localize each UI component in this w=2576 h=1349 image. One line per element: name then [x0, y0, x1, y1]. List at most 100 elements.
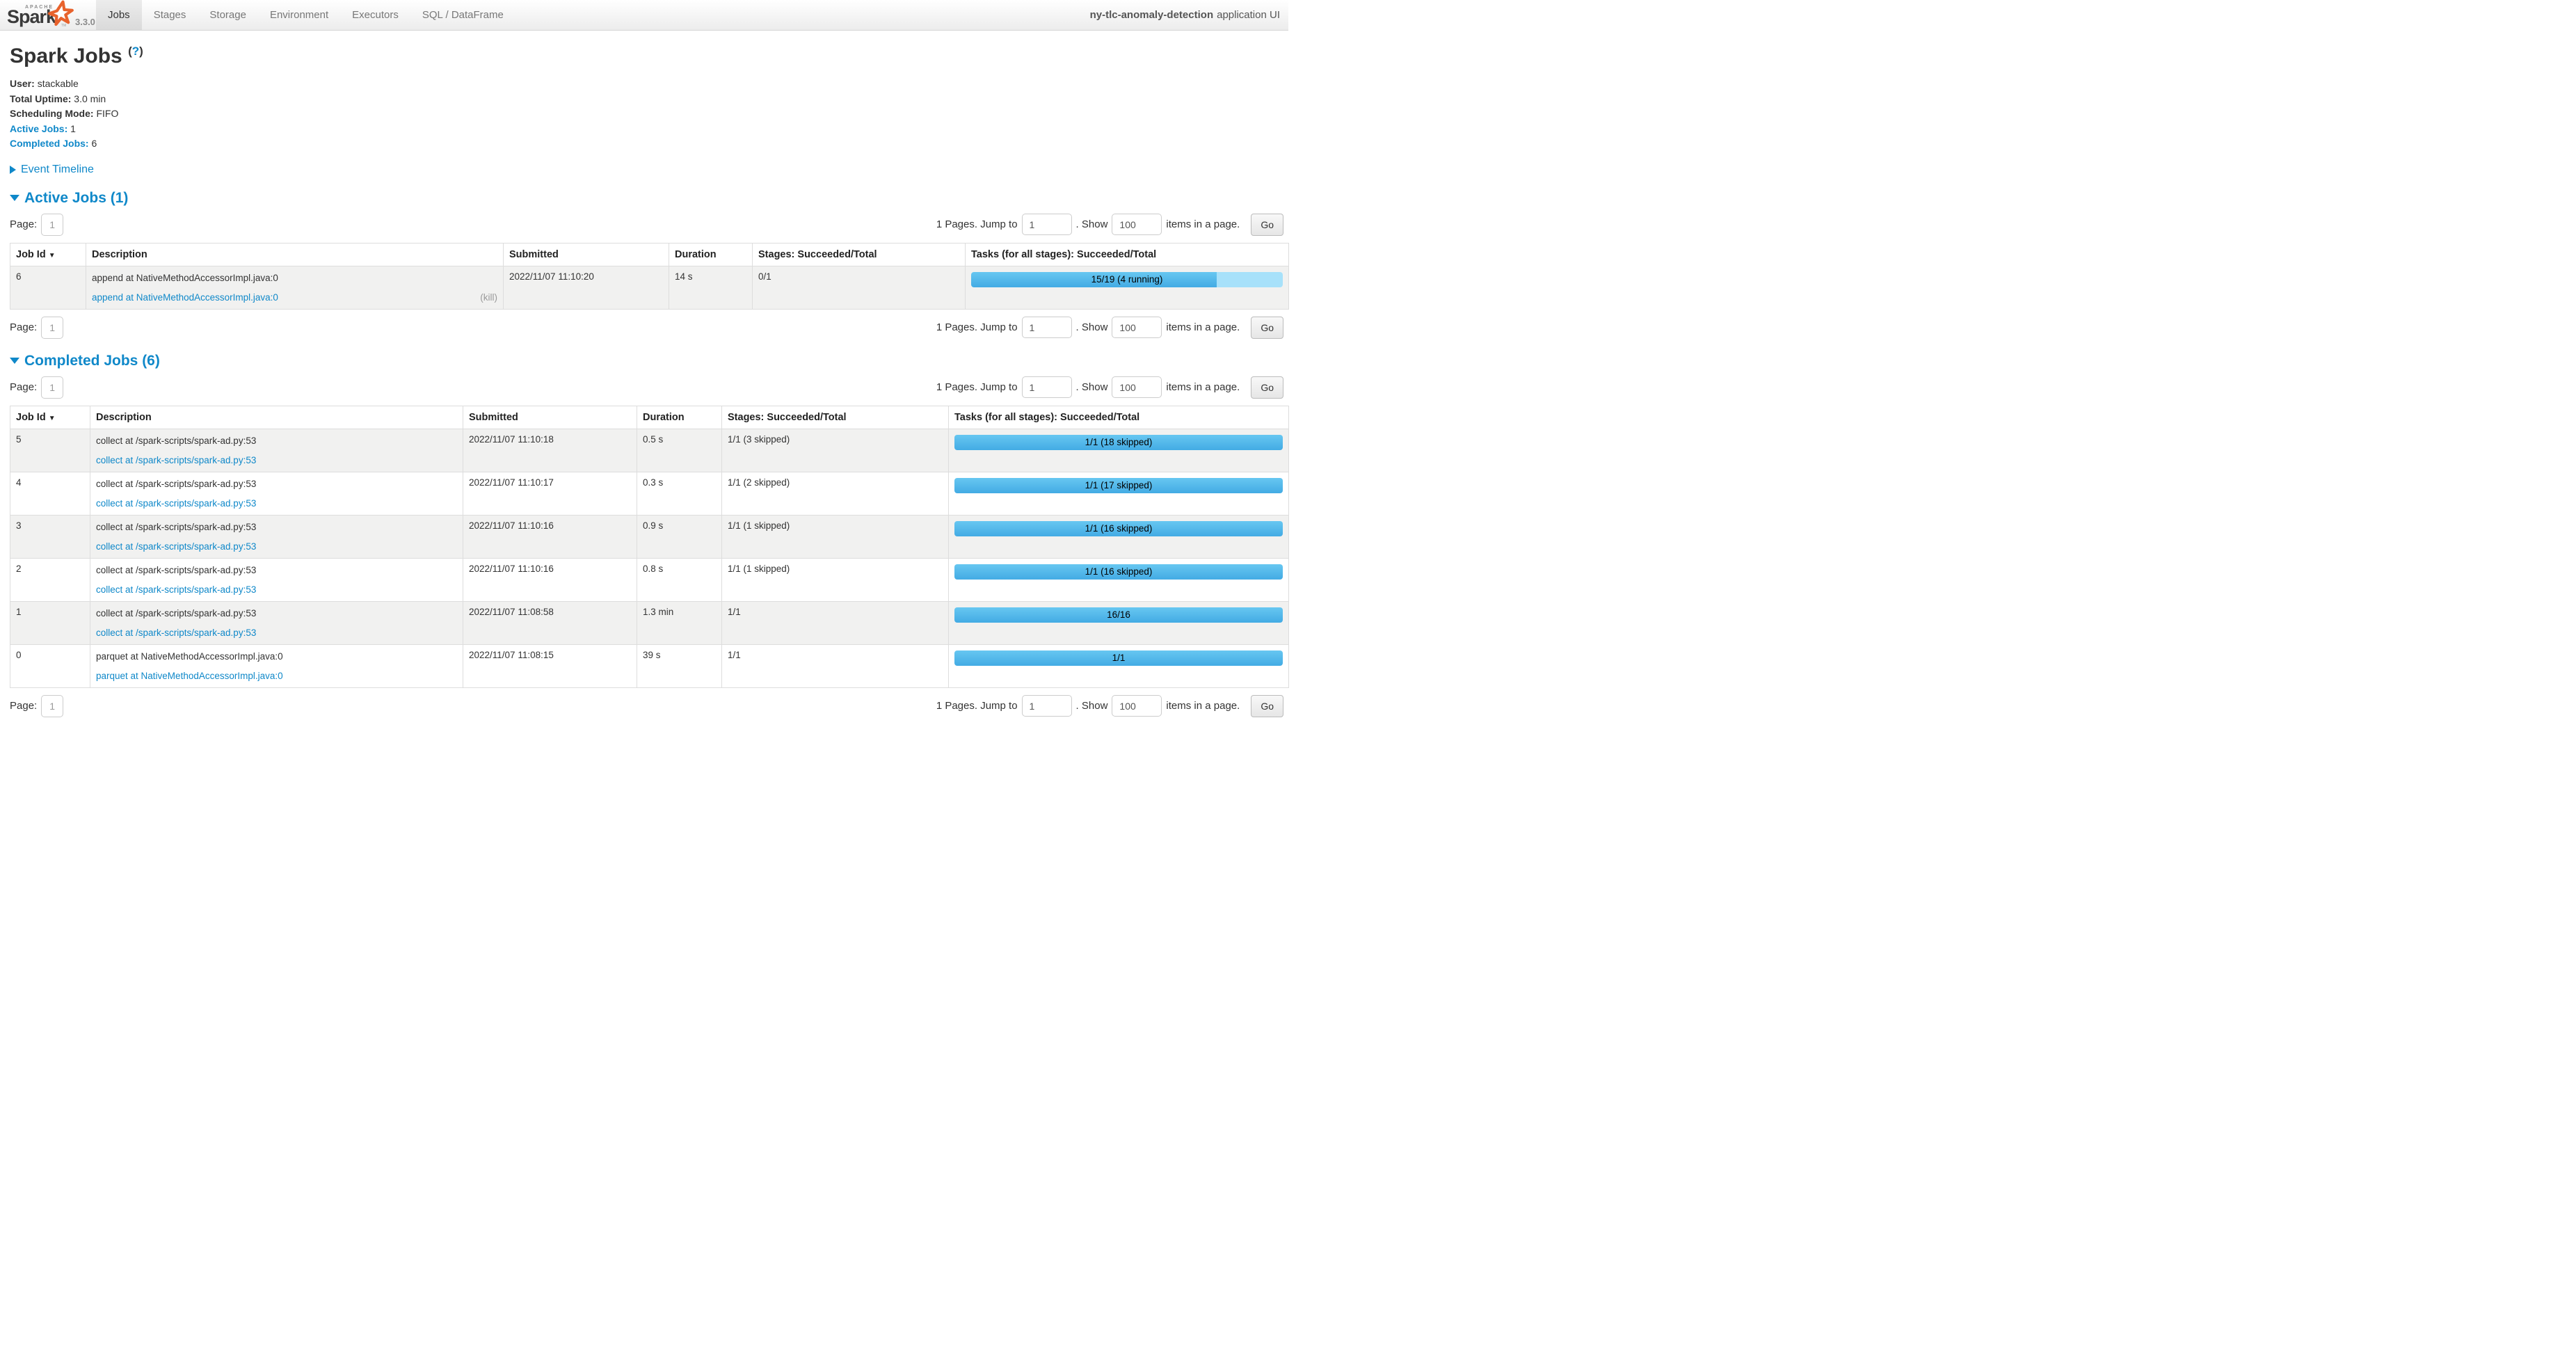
tasks-progress-bar: 16/16 [954, 607, 1283, 623]
col-job-id[interactable]: Job Id ▼ [10, 406, 90, 429]
submitted-cell: 2022/11/07 11:08:15 [463, 644, 637, 687]
show-text: . Show [1076, 381, 1108, 393]
stages-cell: 1/1 (3 skipped) [722, 429, 949, 472]
col-submitted[interactable]: Submitted [504, 243, 669, 266]
col-tasks[interactable]: Tasks (for all stages): Succeeded/Total [966, 243, 1289, 266]
completed-jobs-link[interactable]: Completed Jobs: [10, 138, 89, 149]
show-text: . Show [1076, 218, 1108, 230]
help-paren-close: ) [139, 45, 143, 58]
col-tasks[interactable]: Tasks (for all stages): Succeeded/Total [949, 406, 1289, 429]
spark-logo: APACHE Spark TM [7, 1, 71, 29]
tasks-cell: 1/1 (16 skipped) [949, 558, 1289, 601]
go-button[interactable]: Go [1251, 317, 1283, 339]
duration-cell: 0.9 s [637, 515, 722, 558]
tab-sql-dataframe[interactable]: SQL / DataFrame [410, 0, 515, 30]
jump-to-page-input[interactable] [1022, 695, 1072, 717]
tasks-progress-bar: 15/19 (4 running) [971, 272, 1283, 287]
page-number-input[interactable] [41, 214, 63, 236]
col-job-id[interactable]: Job Id ▼ [10, 243, 86, 266]
job-description-link[interactable]: collect at /spark-scripts/spark-ad.py:53 [96, 626, 256, 639]
col-duration[interactable]: Duration [637, 406, 722, 429]
completed-jobs-header-row: Job Id ▼ Description Submitted Duration … [10, 406, 1289, 429]
job-description: collect at /spark-scripts/spark-ad.py:53 [96, 564, 457, 577]
job-description-link[interactable]: collect at /spark-scripts/spark-ad.py:53 [96, 540, 256, 553]
help-link[interactable]: ? [132, 45, 139, 58]
summary-user: User: stackable [10, 77, 1283, 92]
jump-to-page-input[interactable] [1022, 214, 1072, 235]
tasks-cell: 1/1 (16 skipped) [949, 515, 1289, 558]
job-description-link[interactable]: collect at /spark-scripts/spark-ad.py:53 [96, 497, 256, 510]
summary-scheduling-mode: Scheduling Mode: FIFO [10, 106, 1283, 122]
col-duration[interactable]: Duration [669, 243, 753, 266]
tab-environment[interactable]: Environment [258, 0, 340, 30]
items-in-page-text: items in a page. [1166, 218, 1240, 230]
tasks-progress-bar: 1/1 (18 skipped) [954, 435, 1283, 450]
pagination-active-top: Page: 1 Pages. Jump to . Show items in a… [5, 214, 1283, 236]
description-cell: collect at /spark-scripts/spark-ad.py:53… [90, 472, 463, 515]
col-stages[interactable]: Stages: Succeeded/Total [722, 406, 949, 429]
pagination-completed-bottom: Page: 1 Pages. Jump to . Show items in a… [5, 695, 1283, 717]
page-number-input[interactable] [41, 695, 63, 717]
page-number-input[interactable] [41, 317, 63, 339]
go-button[interactable]: Go [1251, 376, 1283, 399]
job-id-cell: 4 [10, 472, 90, 515]
job-description-link[interactable]: collect at /spark-scripts/spark-ad.py:53 [96, 454, 256, 467]
completed-jobs-section-header[interactable]: Completed Jobs (6) [10, 353, 1283, 369]
items-per-page-input[interactable] [1112, 695, 1162, 717]
tasks-progress-bar: 1/1 (16 skipped) [954, 564, 1283, 580]
duration-cell: 0.5 s [637, 429, 722, 472]
sort-desc-icon: ▼ [49, 252, 56, 260]
show-text: . Show [1076, 321, 1108, 333]
submitted-cell: 2022/11/07 11:08:58 [463, 601, 637, 644]
event-timeline-toggle[interactable]: Event Timeline [10, 163, 1283, 176]
tab-jobs[interactable]: Jobs [96, 0, 142, 30]
description-cell: append at NativeMethodAccessorImpl.java:… [86, 266, 504, 309]
jump-to-page-input[interactable] [1022, 376, 1072, 398]
items-per-page-input[interactable] [1112, 376, 1162, 398]
active-jobs-link[interactable]: Active Jobs: [10, 123, 67, 134]
col-description[interactable]: Description [86, 243, 504, 266]
job-id-cell: 3 [10, 515, 90, 558]
stages-cell: 1/1 (2 skipped) [722, 472, 949, 515]
col-submitted[interactable]: Submitted [463, 406, 637, 429]
stages-cell: 1/1 (1 skipped) [722, 558, 949, 601]
active-jobs-section-header[interactable]: Active Jobs (1) [10, 190, 1283, 207]
chevron-right-icon [10, 166, 16, 174]
col-description[interactable]: Description [90, 406, 463, 429]
progress-label: 15/19 (4 running) [971, 272, 1283, 287]
application-title-suffix: application UI [1217, 9, 1280, 21]
application-name: ny-tlc-anomaly-detection [1090, 9, 1214, 21]
description-cell: parquet at NativeMethodAccessorImpl.java… [90, 644, 463, 687]
application-title: ny-tlc-anomaly-detection application UI [1090, 0, 1288, 30]
page-title: Spark Jobs (?) [10, 45, 1283, 68]
progress-label: 1/1 (16 skipped) [954, 564, 1283, 580]
col-stages[interactable]: Stages: Succeeded/Total [753, 243, 966, 266]
description-cell: collect at /spark-scripts/spark-ad.py:53… [90, 601, 463, 644]
tab-stages[interactable]: Stages [142, 0, 198, 30]
go-button[interactable]: Go [1251, 695, 1283, 717]
progress-label: 1/1 [954, 650, 1283, 666]
tab-executors[interactable]: Executors [340, 0, 410, 30]
completed-job-row: 1collect at /spark-scripts/spark-ad.py:5… [10, 601, 1289, 644]
tab-storage[interactable]: Storage [198, 0, 258, 30]
job-description: collect at /spark-scripts/spark-ad.py:53 [96, 607, 457, 620]
nav-tabs: Jobs Stages Storage Environment Executor… [96, 0, 515, 30]
page-number-input[interactable] [41, 376, 63, 399]
go-button[interactable]: Go [1251, 214, 1283, 236]
job-description-link[interactable]: collect at /spark-scripts/spark-ad.py:53 [96, 583, 256, 596]
stages-cell: 1/1 (1 skipped) [722, 515, 949, 558]
job-description-link[interactable]: append at NativeMethodAccessorImpl.java:… [92, 291, 278, 304]
duration-cell: 0.3 s [637, 472, 722, 515]
kill-job-link[interactable]: (kill) [480, 291, 497, 304]
chevron-down-icon [10, 358, 19, 364]
job-summary-list: User: stackable Total Uptime: 3.0 min Sc… [10, 77, 1283, 152]
items-per-page-input[interactable] [1112, 317, 1162, 338]
pagination-completed-top: Page: 1 Pages. Jump to . Show items in a… [5, 376, 1283, 399]
tasks-progress-bar: 1/1 (17 skipped) [954, 478, 1283, 493]
items-per-page-input[interactable] [1112, 214, 1162, 235]
job-id-cell: 2 [10, 558, 90, 601]
page-label: Page: [10, 700, 37, 712]
page-label: Page: [10, 321, 37, 333]
job-description-link[interactable]: parquet at NativeMethodAccessorImpl.java… [96, 669, 283, 683]
jump-to-page-input[interactable] [1022, 317, 1072, 338]
